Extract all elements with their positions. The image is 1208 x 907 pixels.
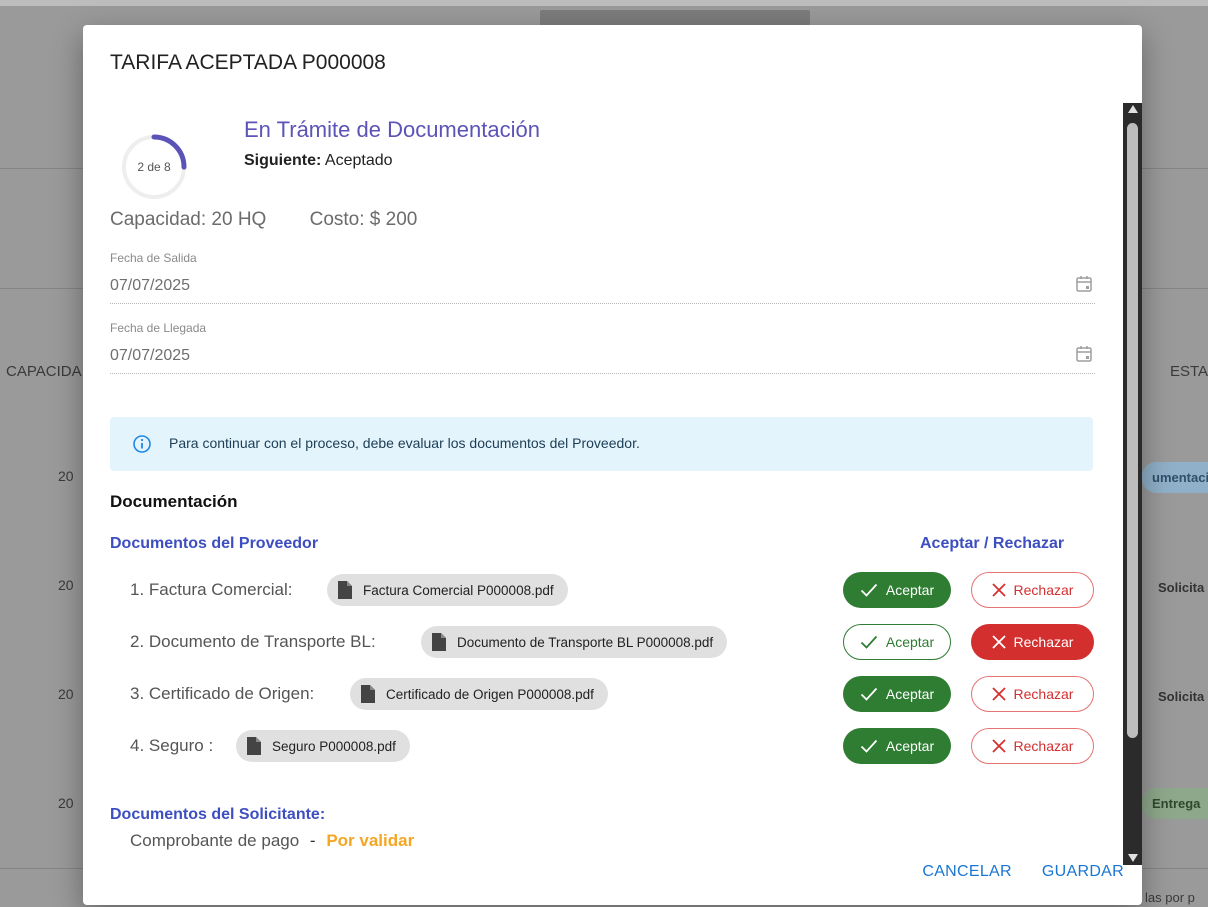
document-file-name: Documento de Transporte BL P000008.pdf bbox=[457, 634, 714, 650]
close-icon bbox=[991, 635, 1006, 649]
background-capacity-cell: 20 bbox=[58, 686, 74, 702]
document-file-chip[interactable]: Certificado de Origen P000008.pdf bbox=[350, 678, 608, 710]
capacity-cost-line: Capacidad: 20 HQ Costo: $ 200 bbox=[110, 209, 455, 231]
reject-button[interactable]: Rechazar bbox=[971, 728, 1094, 764]
progress-label: 2 de 8 bbox=[137, 160, 171, 174]
background-status-chip: Solicita bbox=[1158, 580, 1205, 595]
payment-separator: - bbox=[309, 831, 316, 850]
document-label: 1. Factura Comercial: bbox=[130, 580, 293, 599]
close-icon bbox=[991, 687, 1006, 701]
fecha-llegada-field[interactable]: Fecha de Llegada 07/07/2025 bbox=[110, 321, 1095, 374]
check-icon bbox=[860, 583, 878, 597]
fecha-llegada-label: Fecha de Llegada bbox=[110, 321, 207, 335]
scrollbar-thumb[interactable] bbox=[1127, 123, 1138, 738]
requester-docs-heading: Documentos del Solicitante: bbox=[110, 806, 326, 823]
capacity-text: Capacidad: 20 HQ bbox=[110, 209, 267, 230]
scroll-down-arrow-icon[interactable] bbox=[1128, 854, 1138, 862]
document-label: 3. Certificado de Origen: bbox=[130, 684, 315, 703]
dialog-title: TARIFA ACEPTADA P000008 bbox=[110, 51, 386, 74]
check-icon bbox=[860, 635, 878, 649]
background-column-header: CAPACIDA bbox=[6, 363, 82, 380]
document-file-name: Certificado de Origen P000008.pdf bbox=[386, 686, 594, 702]
background-topbar bbox=[0, 0, 1208, 6]
document-row: 4. Seguro : Seguro P000008.pdf Aceptar R… bbox=[130, 728, 1100, 764]
fecha-salida-label: Fecha de Salida bbox=[110, 251, 197, 265]
dialog-actions: CANCELAR GUARDAR bbox=[922, 863, 1124, 881]
background-capacity-cell: 20 bbox=[58, 577, 74, 593]
document-row: 1. Factura Comercial: Factura Comercial … bbox=[130, 572, 1100, 608]
next-value: Aceptado bbox=[324, 152, 393, 169]
background-capacity-cell: 20 bbox=[58, 795, 74, 811]
background-status-chip: Solicita bbox=[1158, 689, 1205, 704]
accept-button[interactable]: Aceptar bbox=[843, 572, 951, 608]
document-file-chip[interactable]: Factura Comercial P000008.pdf bbox=[327, 574, 568, 606]
dialog-scrollbar[interactable] bbox=[1123, 103, 1142, 865]
fecha-llegada-value[interactable]: 07/07/2025 bbox=[110, 347, 190, 365]
background-column-header: ESTA bbox=[1170, 363, 1208, 380]
payment-status: Por validar bbox=[326, 831, 415, 850]
accept-button[interactable]: Aceptar bbox=[843, 676, 951, 712]
accept-button[interactable]: Aceptar bbox=[843, 624, 951, 660]
payment-line: Comprobante de pago - Por validar bbox=[130, 831, 414, 850]
reject-button[interactable]: Rechazar bbox=[971, 624, 1094, 660]
document-file-chip[interactable]: Seguro P000008.pdf bbox=[236, 730, 410, 762]
dialog-content[interactable]: 2 de 8 En Trámite de Documentación Sigui… bbox=[83, 105, 1123, 850]
status-title: En Trámite de Documentación bbox=[244, 117, 540, 142]
file-icon bbox=[338, 581, 352, 599]
document-label: 2. Documento de Transporte BL: bbox=[130, 632, 376, 651]
document-file-name: Seguro P000008.pdf bbox=[272, 738, 396, 754]
close-icon bbox=[991, 583, 1006, 597]
scroll-up-arrow-icon[interactable] bbox=[1128, 105, 1138, 113]
cancel-button[interactable]: CANCELAR bbox=[922, 863, 1012, 881]
document-label: 4. Seguro : bbox=[130, 736, 214, 755]
calendar-icon[interactable] bbox=[1075, 275, 1093, 293]
document-file-chip[interactable]: Documento de Transporte BL P000008.pdf bbox=[421, 626, 728, 658]
background-capacity-cell: 20 bbox=[58, 468, 74, 484]
fecha-salida-field[interactable]: Fecha de Salida 07/07/2025 bbox=[110, 251, 1095, 304]
document-row: 2. Documento de Transporte BL: Documento… bbox=[130, 624, 1100, 660]
save-button[interactable]: GUARDAR bbox=[1042, 863, 1124, 881]
accept-reject-heading: Aceptar / Rechazar bbox=[920, 535, 1065, 552]
info-alert-text: Para continuar con el proceso, debe eval… bbox=[169, 435, 640, 451]
document-file-name: Factura Comercial P000008.pdf bbox=[363, 582, 554, 598]
payment-label: Comprobante de pago bbox=[130, 831, 300, 850]
next-status: Siguiente: Aceptado bbox=[244, 152, 393, 170]
background-status-chip: umentaci bbox=[1142, 462, 1208, 493]
background-footer-text: las por p bbox=[1145, 890, 1195, 905]
document-row: 3. Certificado de Origen: Certificado de… bbox=[130, 676, 1100, 712]
calendar-icon[interactable] bbox=[1075, 345, 1093, 363]
fecha-salida-value[interactable]: 07/07/2025 bbox=[110, 277, 190, 295]
cost-text: Costo: $ 200 bbox=[309, 209, 418, 230]
reject-button[interactable]: Rechazar bbox=[971, 572, 1094, 608]
file-icon bbox=[247, 737, 261, 755]
background-status-chip: Entrega bbox=[1142, 788, 1208, 819]
background-title bbox=[540, 10, 810, 26]
file-icon bbox=[361, 685, 375, 703]
check-icon bbox=[860, 687, 878, 701]
accept-button[interactable]: Aceptar bbox=[843, 728, 951, 764]
close-icon bbox=[991, 739, 1006, 753]
info-icon bbox=[133, 435, 151, 453]
tarifa-dialog: TARIFA ACEPTADA P000008 2 de 8 En Trámit… bbox=[83, 25, 1142, 905]
info-alert: Para continuar con el proceso, debe eval… bbox=[110, 417, 1093, 471]
check-icon bbox=[860, 739, 878, 753]
documentacion-heading: Documentación bbox=[110, 492, 238, 511]
provider-docs-heading: Documentos del Proveedor bbox=[110, 535, 319, 552]
reject-button[interactable]: Rechazar bbox=[971, 676, 1094, 712]
next-label: Siguiente: bbox=[244, 152, 322, 169]
file-icon bbox=[432, 633, 446, 651]
